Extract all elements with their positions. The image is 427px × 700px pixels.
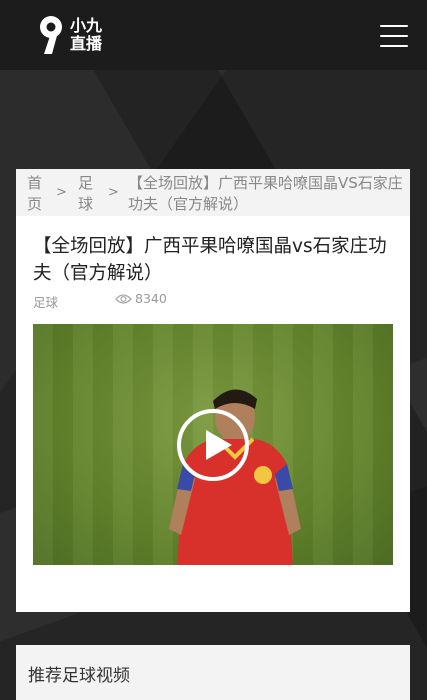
logo-mark-icon <box>40 16 62 54</box>
article-card: 首页 > 足球 > 【全场回放】广西平果哈嘹国晶VS石家庄功夫（官方解说） 【全… <box>16 169 410 612</box>
recommended-section-title: 推荐足球视频 <box>28 666 130 686</box>
menu-bar <box>380 35 408 37</box>
breadcrumb: 首页 > 足球 > 【全场回放】广西平果哈嘹国晶VS石家庄功夫（官方解说） <box>16 169 410 216</box>
logo-text-line2: 直播 <box>70 34 103 53</box>
top-header: 小九 直播 <box>0 0 427 70</box>
breadcrumb-category-link[interactable]: 足球 <box>78 173 98 215</box>
breadcrumb-separator: > <box>108 185 119 200</box>
logo-text-line1: 小九 <box>70 16 103 35</box>
video-player[interactable] <box>33 324 393 565</box>
hamburger-menu-icon[interactable] <box>380 25 408 47</box>
view-count: 8340 <box>115 291 167 306</box>
article-meta: 足球 8340 <box>33 290 333 311</box>
breadcrumb-separator: > <box>56 185 67 200</box>
article-category[interactable]: 足球 <box>33 292 58 311</box>
breadcrumb-current: 【全场回放】广西平果哈嘹国晶VS石家庄功夫（官方解说） <box>128 174 403 213</box>
logo-text: 小九 直播 <box>70 17 102 53</box>
article-title: 【全场回放】广西平果哈嘹国晶vs石家庄功夫（官方解说） <box>33 236 387 284</box>
view-count-value: 8340 <box>135 291 167 306</box>
menu-bar <box>380 25 408 27</box>
site-logo[interactable]: 小九 直播 <box>38 12 110 58</box>
play-icon[interactable] <box>177 409 249 481</box>
breadcrumb-home-link[interactable]: 首页 <box>27 173 47 215</box>
menu-bar <box>380 45 408 47</box>
eye-icon <box>115 293 132 304</box>
recommended-section: 推荐足球视频 <box>16 645 410 700</box>
